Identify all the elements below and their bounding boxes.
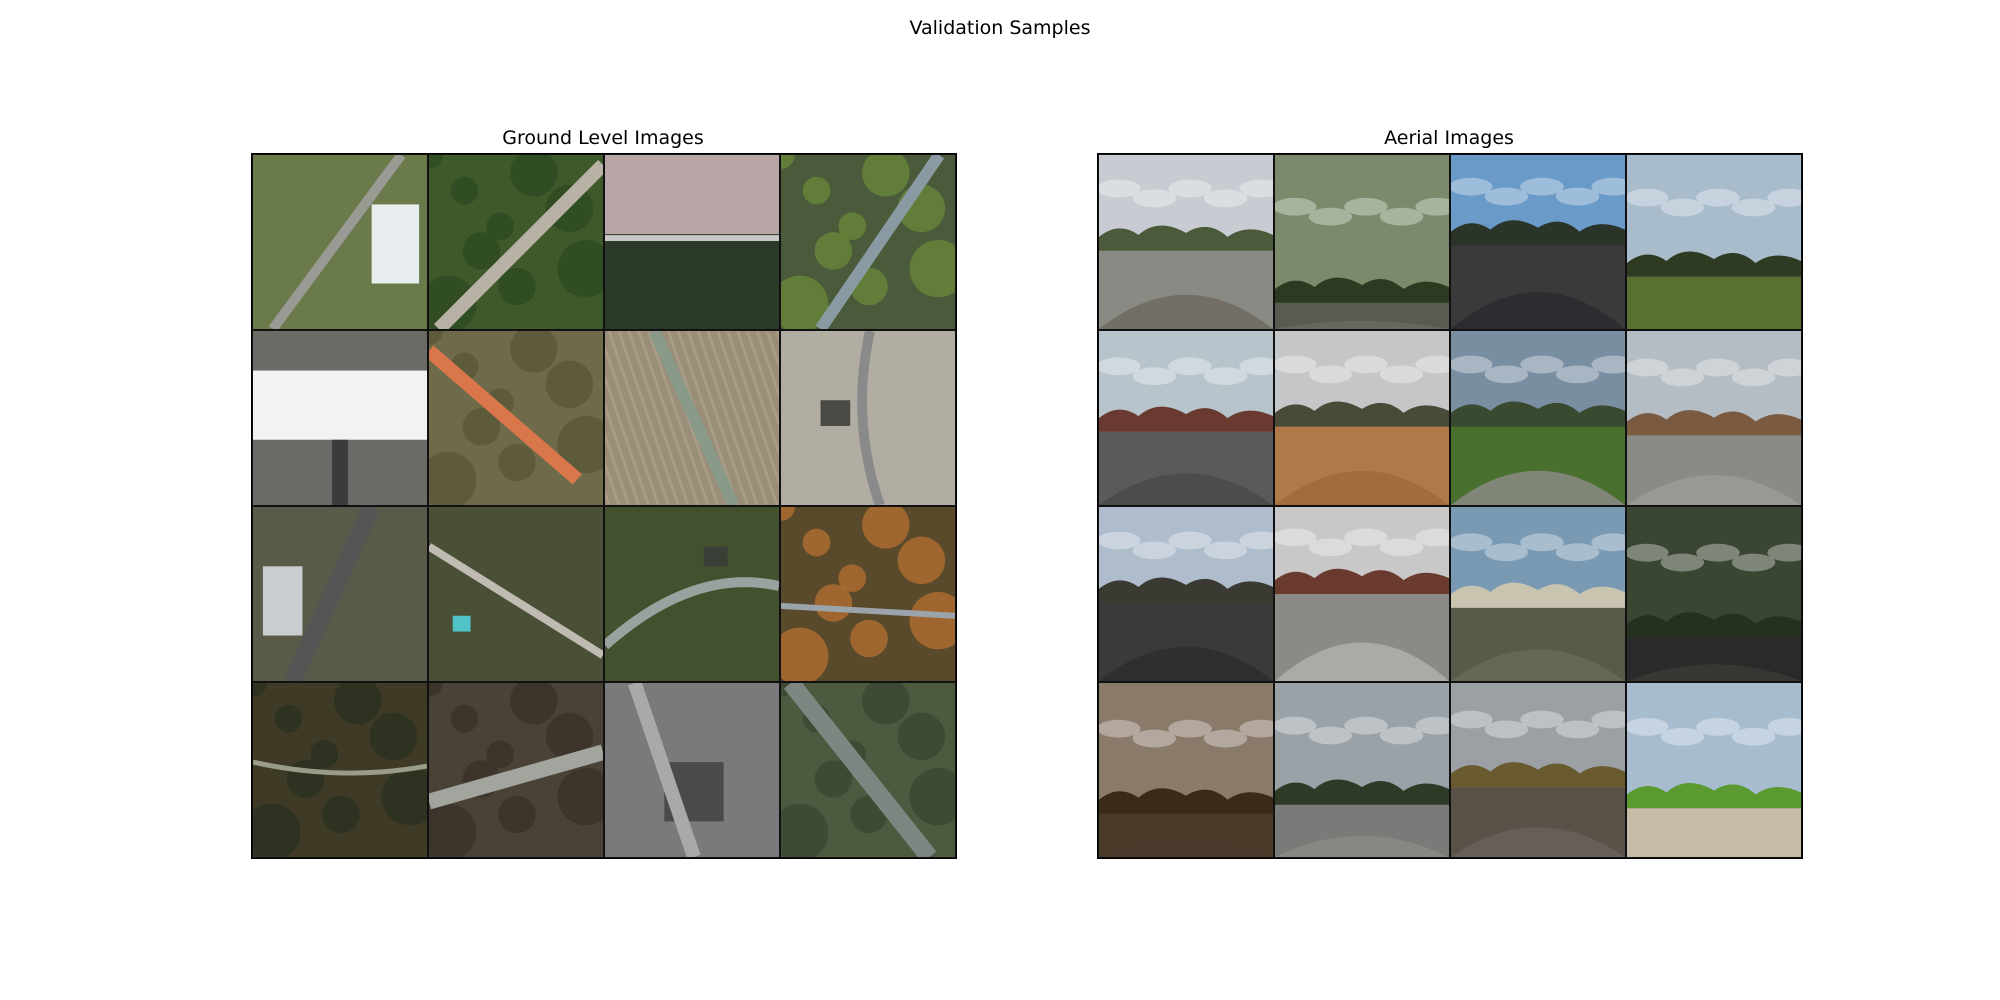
panorama-dense-forest-thumbnail — [1275, 155, 1449, 329]
aerial-orange-dirt-road — [428, 330, 604, 506]
panorama-house-curb-thumbnail — [1627, 331, 1801, 505]
panorama-cloudy-road — [1098, 154, 1274, 330]
aerial-farmland-treeline — [604, 154, 780, 330]
image-grid-ground — [251, 153, 957, 859]
panorama-forest-edge — [1626, 154, 1802, 330]
panorama-field-road — [1450, 330, 1626, 506]
panorama-dense-forest — [1274, 154, 1450, 330]
aerial-autumn-forest-road — [780, 506, 956, 682]
panorama-field-road-thumbnail — [1451, 331, 1625, 505]
aerial-overpass-woods — [428, 682, 604, 858]
aerial-forest-road — [428, 154, 604, 330]
panorama-field-power-lines-thumbnail — [1627, 683, 1801, 857]
aerial-autumn-forest-road-thumbnail — [781, 507, 955, 681]
aerial-town-parking-thumbnail — [605, 683, 779, 857]
panorama-sunset-woods — [1098, 682, 1274, 858]
aerial-forest-road-thumbnail — [429, 155, 603, 329]
aerial-suburb-curved-road-thumbnail — [605, 507, 779, 681]
panorama-cloudy-road-thumbnail — [1099, 155, 1273, 329]
panorama-dirt-road-clouds — [1274, 330, 1450, 506]
aerial-cul-de-sac-construction — [780, 330, 956, 506]
aerial-road-crop-rows-thumbnail — [605, 331, 779, 505]
panorama-pickup-truck — [1450, 682, 1626, 858]
panorama-blue-sky-road — [1450, 154, 1626, 330]
aerial-road-crop-rows — [604, 330, 780, 506]
aerial-roof-parking-lot-thumbnail — [253, 331, 427, 505]
aerial-orange-dirt-road-thumbnail — [429, 331, 603, 505]
aerial-town-parking — [604, 682, 780, 858]
panorama-pickup-truck-thumbnail — [1451, 683, 1625, 857]
panorama-road-treeline — [1274, 682, 1450, 858]
image-grid-aerial — [1097, 153, 1803, 859]
panorama-dark-forest — [1626, 506, 1802, 682]
panorama-street-clouds-thumbnail — [1099, 507, 1273, 681]
aerial-overpass-woods-thumbnail — [429, 683, 603, 857]
aerial-rural-highway-thumbnail — [781, 683, 955, 857]
panorama-house-driveway — [1274, 506, 1450, 682]
aerial-forest-path-thumbnail — [253, 683, 427, 857]
aerial-cul-de-sac-construction-thumbnail — [781, 331, 955, 505]
aerial-highway-commercial — [252, 506, 428, 682]
panorama-street-clouds — [1098, 506, 1274, 682]
panel-title-aerial: Aerial Images — [1384, 127, 1514, 149]
panorama-houses-lawn — [1450, 506, 1626, 682]
panorama-blue-sky-road-thumbnail — [1451, 155, 1625, 329]
panorama-house-driveway-thumbnail — [1275, 507, 1449, 681]
panorama-forest-edge-thumbnail — [1627, 155, 1801, 329]
panorama-dirt-road-clouds-thumbnail — [1275, 331, 1449, 505]
panorama-field-power-lines — [1626, 682, 1802, 858]
panorama-dark-forest-thumbnail — [1627, 507, 1801, 681]
panorama-road-treeline-thumbnail — [1275, 683, 1449, 857]
panorama-building-road-thumbnail — [1099, 331, 1273, 505]
aerial-forest-road-diagonal — [780, 154, 956, 330]
figure-suptitle: Validation Samples — [909, 17, 1091, 39]
panel-title-ground: Ground Level Images — [502, 127, 704, 149]
aerial-roof-parking-lot — [252, 330, 428, 506]
panorama-house-curb — [1626, 330, 1802, 506]
panorama-building-road — [1098, 330, 1274, 506]
aerial-suburb-curved-road — [604, 506, 780, 682]
aerial-forest-path — [252, 682, 428, 858]
panorama-sunset-woods-thumbnail — [1099, 683, 1273, 857]
panorama-houses-lawn-thumbnail — [1451, 507, 1625, 681]
aerial-highway-warehouse-thumbnail — [253, 155, 427, 329]
aerial-farmland-treeline-thumbnail — [605, 155, 779, 329]
aerial-rural-highway — [780, 682, 956, 858]
aerial-suburb-pools — [428, 506, 604, 682]
aerial-highway-warehouse — [252, 154, 428, 330]
aerial-highway-commercial-thumbnail — [253, 507, 427, 681]
aerial-suburb-pools-thumbnail — [429, 507, 603, 681]
aerial-forest-road-diagonal-thumbnail — [781, 155, 955, 329]
